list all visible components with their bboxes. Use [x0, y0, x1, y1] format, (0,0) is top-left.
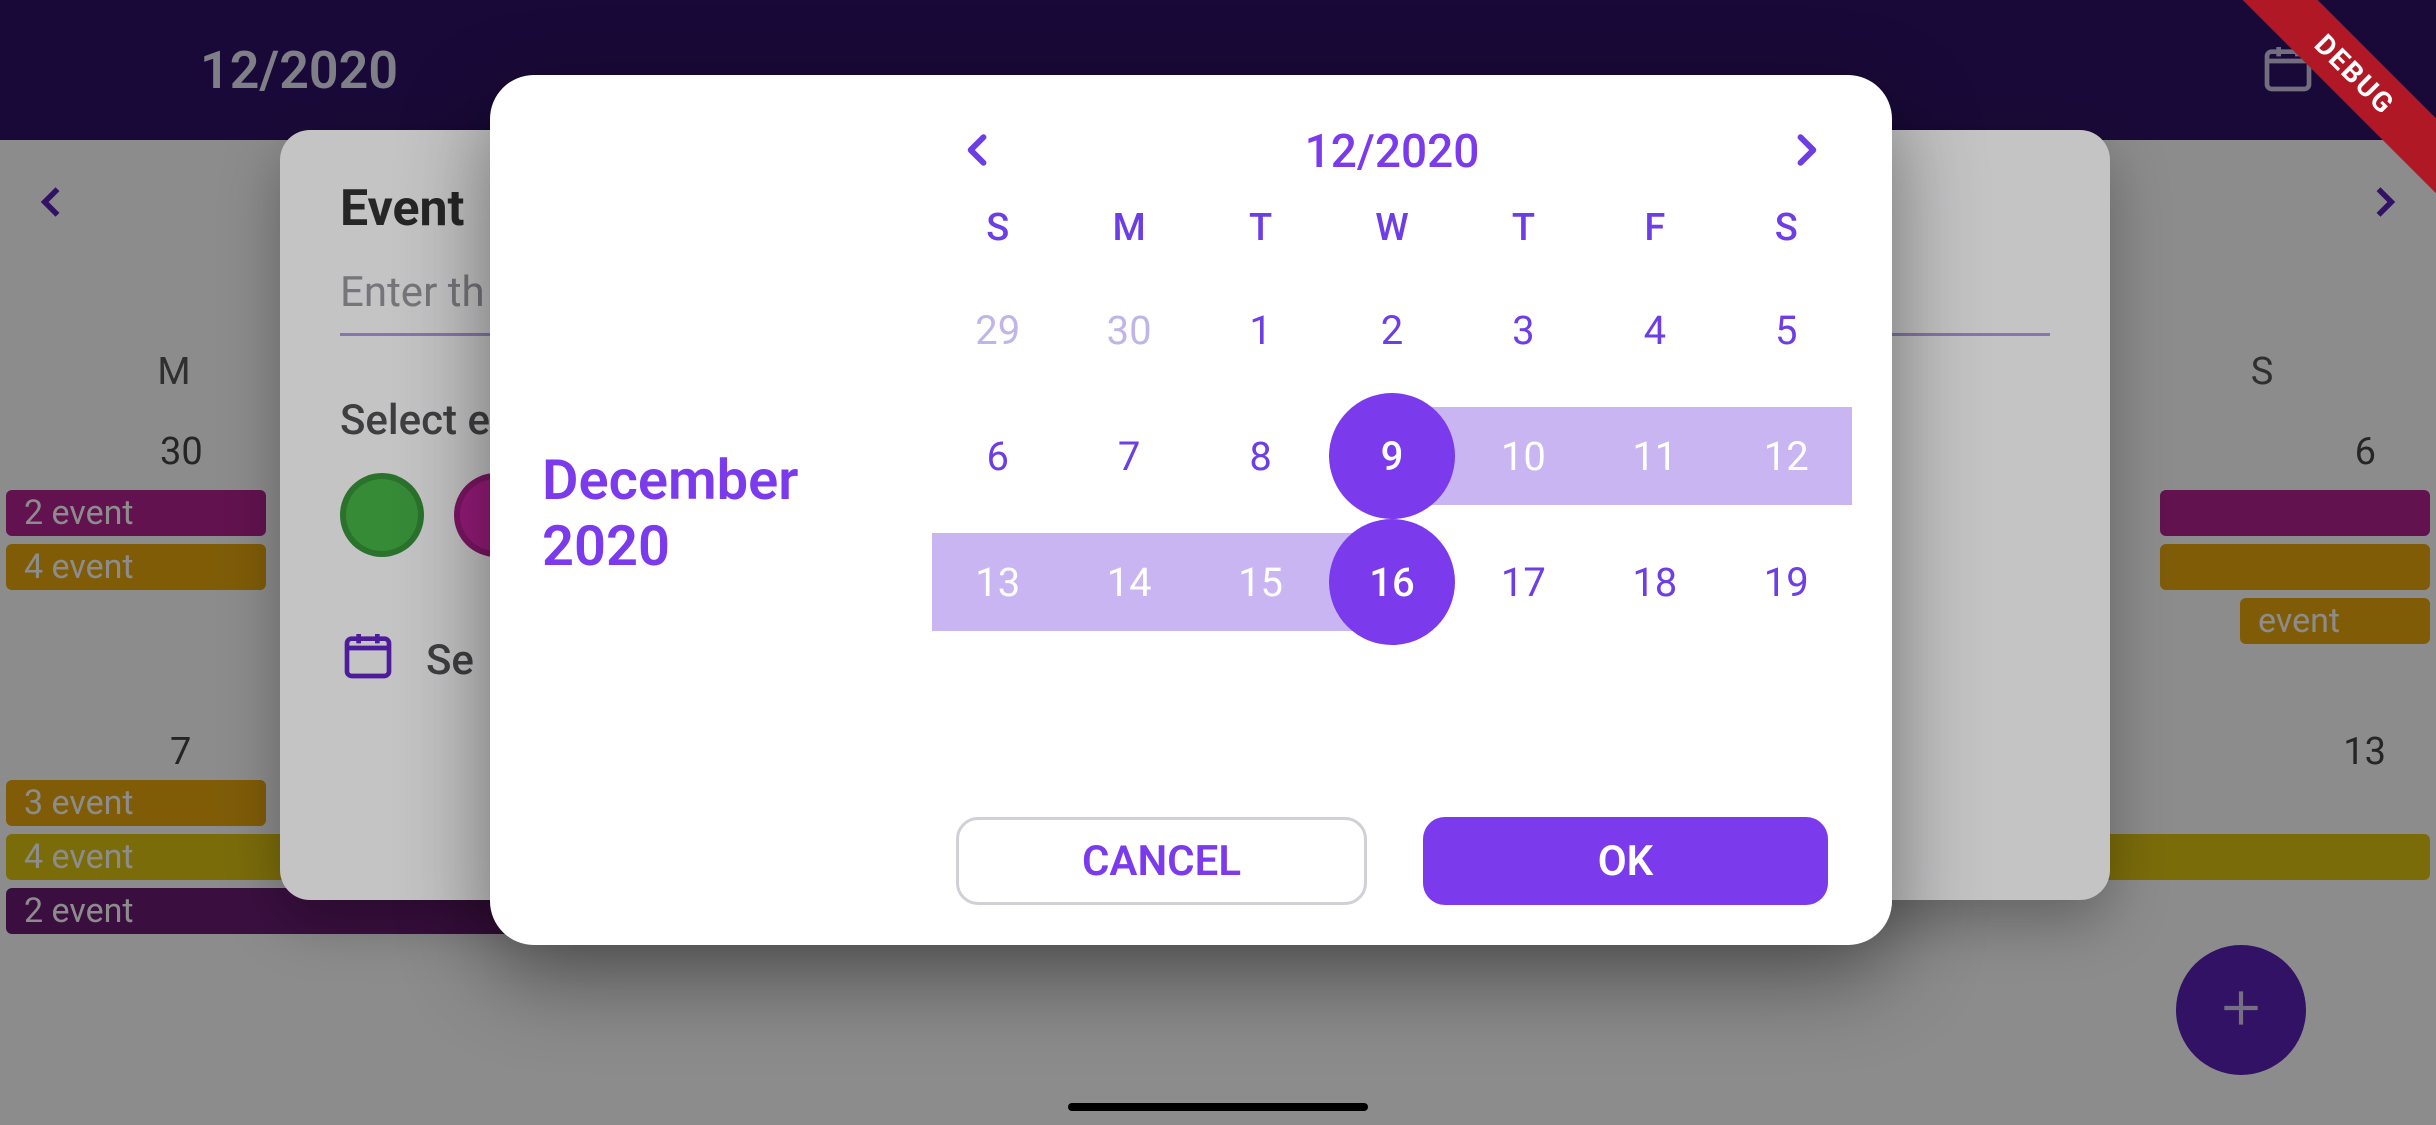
date-range-picker: December 2020 12/2020 S M T W T F S 29 3…: [490, 75, 1892, 945]
bg-day[interactable]: 30: [160, 430, 203, 474]
day-cell-range-start[interactable]: 9: [1326, 393, 1457, 519]
event-bar[interactable]: 4 event: [6, 544, 266, 590]
event-bar[interactable]: 2 event: [6, 490, 266, 536]
bg-next-month-icon[interactable]: [2362, 180, 2406, 228]
weekday-label: F: [1589, 206, 1720, 250]
day-cell-range-end[interactable]: 16: [1326, 519, 1457, 645]
picker-row: 6 7 8 9 10 11 12: [932, 393, 1852, 519]
weekday-label: W: [1326, 206, 1457, 250]
bg-prev-month-icon[interactable]: [30, 180, 74, 228]
picker-row: 29 30 1 2 3 4 5: [932, 267, 1852, 393]
day-cell[interactable]: 1: [1195, 267, 1326, 393]
bg-day[interactable]: 7: [170, 730, 191, 774]
add-event-fab[interactable]: [2176, 945, 2306, 1075]
day-cell[interactable]: 17: [1458, 519, 1589, 645]
next-month-button[interactable]: [1784, 128, 1828, 176]
day-cell[interactable]: 2: [1326, 267, 1457, 393]
bg-day[interactable]: 13: [2343, 730, 2386, 774]
day-cell[interactable]: 7: [1063, 393, 1194, 519]
calendar-icon[interactable]: [2260, 40, 2316, 100]
cancel-button[interactable]: CANCEL: [956, 817, 1367, 905]
day-cell[interactable]: 12: [1721, 393, 1852, 519]
picker-weekday-header: S M T W T F S: [932, 189, 1852, 267]
color-swatch-green[interactable]: [340, 473, 424, 557]
weekday-label: T: [1195, 206, 1326, 250]
day-cell[interactable]: 10: [1458, 393, 1589, 519]
bg-weekday: S: [2088, 350, 2436, 394]
bg-day[interactable]: 6: [2355, 430, 2376, 474]
day-cell[interactable]: 3: [1458, 267, 1589, 393]
event-bar[interactable]: [2160, 544, 2430, 590]
plus-icon: [2216, 983, 2266, 1037]
day-cell[interactable]: 19: [1721, 519, 1852, 645]
weekday-label: T: [1458, 206, 1589, 250]
appbar-title: 12/2020: [200, 40, 398, 101]
day-cell[interactable]: 18: [1589, 519, 1720, 645]
day-cell[interactable]: 5: [1721, 267, 1852, 393]
day-cell[interactable]: 13: [932, 519, 1063, 645]
picker-month-name-line1: December: [542, 447, 798, 513]
picker-grid: S M T W T F S 29 30 1 2 3 4 5: [932, 189, 1852, 803]
event-bar[interactable]: 3 event: [6, 780, 266, 826]
select-date-label: Se: [426, 636, 474, 685]
event-bar[interactable]: event: [2240, 598, 2430, 644]
day-cell[interactable]: 11: [1589, 393, 1720, 519]
prev-month-button[interactable]: [956, 128, 1000, 176]
calendar-icon: [340, 627, 396, 694]
picker-nav: 12/2020: [932, 121, 1852, 189]
ok-button[interactable]: OK: [1423, 817, 1828, 905]
day-cell[interactable]: 4: [1589, 267, 1720, 393]
day-cell[interactable]: 15: [1195, 519, 1326, 645]
weekday-label: M: [1063, 206, 1194, 250]
day-cell[interactable]: 30: [1063, 267, 1194, 393]
day-cell[interactable]: 8: [1195, 393, 1326, 519]
picker-row: 13 14 15 16 17 18 19: [932, 519, 1852, 645]
picker-nav-label: 12/2020: [1305, 125, 1480, 179]
event-bar[interactable]: [2160, 490, 2430, 536]
picker-month-name-line2: 2020: [542, 513, 670, 579]
picker-month-title: December 2020: [542, 447, 932, 579]
weekday-label: S: [1721, 206, 1852, 250]
picker-actions: CANCEL OK: [932, 803, 1852, 905]
day-cell[interactable]: 29: [932, 267, 1063, 393]
day-cell[interactable]: 6: [932, 393, 1063, 519]
weekday-label: S: [932, 206, 1063, 250]
day-cell[interactable]: 14: [1063, 519, 1194, 645]
home-indicator: [1068, 1103, 1368, 1111]
